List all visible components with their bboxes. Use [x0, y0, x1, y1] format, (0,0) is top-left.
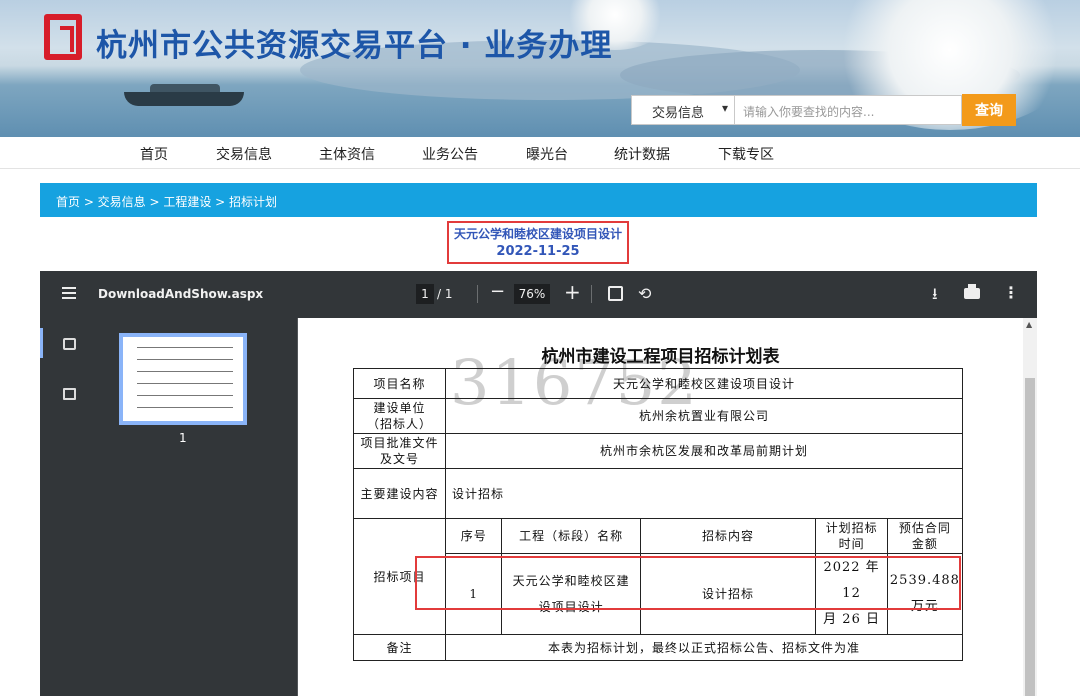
table-cell: 1	[445, 553, 503, 635]
search-button[interactable]: 查询	[962, 94, 1016, 126]
table-value-cell: 杭州市余杭区发展和改革局前期计划	[445, 433, 963, 469]
table-label-cell: 项目名称	[352, 368, 447, 399]
top-navigation: 首页 交易信息 主体资信 业务公告 曝光台 统计数据 下载专区	[0, 137, 1080, 169]
search-category-value: 交易信息	[652, 106, 705, 121]
thumbnail-line	[137, 347, 233, 348]
table-header-cell: 计划招标 时间	[815, 518, 888, 554]
table-cell: 2022 年 12 月 26 日	[815, 553, 888, 635]
cell-line: 天元公学和睦校区建	[512, 574, 630, 588]
nav-item-announcement[interactable]: 业务公告	[422, 144, 478, 164]
table-value-cell: 杭州余杭置业有限公司	[445, 398, 963, 434]
download-icon[interactable]: ⭳	[932, 283, 938, 310]
table-cell: 天元公学和睦校区建 设项目设计	[501, 553, 641, 635]
page-thumbnail[interactable]	[119, 333, 247, 425]
table-value-cell: 本表为招标计划，最终以正式招标公告、招标文件为准	[445, 634, 963, 661]
nav-item-statistics[interactable]: 统计数据	[614, 144, 670, 164]
zoom-level-input[interactable]: 76%	[514, 284, 550, 304]
nav-item-credit[interactable]: 主体资信	[319, 144, 375, 164]
rotate-icon[interactable]: ⟲	[638, 284, 651, 303]
document-title: 杭州市建设工程项目招标计划表	[541, 347, 780, 367]
bidding-plan-table: 项目名称 天元公学和睦校区建设项目设计 建设单位 （招标人） 杭州余杭置业有限公司…	[352, 368, 964, 661]
search-category-select[interactable]: 交易信息 ▾	[631, 95, 735, 125]
zoom-out-button[interactable]: −	[490, 281, 505, 302]
pdf-page: 316752 杭州市建设工程项目招标计划表 项目名称 天元公学和睦校区建设项目设…	[298, 318, 1023, 696]
cell-line: 月 26 日	[823, 612, 880, 627]
menu-icon[interactable]	[62, 287, 76, 299]
print-icon[interactable]	[964, 284, 980, 299]
table-cell: 2539.488 万元	[886, 553, 964, 635]
cell-line: 2539.488	[889, 573, 960, 588]
pdf-scrollbar[interactable]: ▲	[1023, 318, 1037, 696]
table-label-cell: 主要建设内容	[352, 468, 447, 519]
page-total: / 1	[437, 287, 453, 301]
notice-title: 天元公学和睦校区建设项目设计	[453, 227, 622, 241]
thumbnail-line	[137, 359, 233, 360]
table-label-cell: 项目批准文件 及文号	[352, 433, 447, 469]
site-logo-icon[interactable]	[44, 14, 82, 60]
thumbnail-line	[137, 407, 233, 408]
scrollbar-thumb[interactable]	[1025, 378, 1035, 696]
header-banner: 杭州市公共资源交易平台 · 业务办理 交易信息 ▾ 请输入你要查找的内容... 查…	[0, 0, 1080, 137]
pdf-toolbar: DownloadAndShow.aspx 1 / 1 − 76% + ⟲ ⭳ ⋮	[40, 271, 1037, 318]
thumbnail-line	[137, 383, 233, 384]
zoom-in-button[interactable]: +	[564, 280, 581, 304]
table-value-cell: 设计招标	[445, 468, 963, 519]
table-header-cell: 工程（标段）名称	[501, 518, 641, 554]
site-title: 杭州市公共资源交易平台 · 业务办理	[96, 28, 613, 64]
pdf-viewer: DownloadAndShow.aspx 1 / 1 − 76% + ⟲ ⭳ ⋮…	[40, 271, 1037, 696]
outline-view-icon[interactable]	[63, 388, 76, 400]
scroll-up-icon[interactable]: ▲	[1026, 320, 1032, 329]
table-header-cell: 预估合同 金额	[886, 518, 964, 554]
nav-item-trade-info[interactable]: 交易信息	[216, 144, 272, 164]
nav-item-exposure[interactable]: 曝光台	[526, 144, 568, 164]
thumbnail-page-number: 1	[179, 431, 187, 445]
table-label-cell: 招标项目	[352, 518, 447, 635]
table-header-cell: 序号	[445, 518, 503, 554]
nav-item-downloads[interactable]: 下载专区	[718, 144, 774, 164]
search-input[interactable]: 请输入你要查找的内容...	[735, 95, 962, 125]
label-line: 建设单位	[373, 401, 426, 415]
table-label-cell: 备注	[352, 634, 447, 661]
fit-to-page-icon[interactable]	[608, 286, 623, 301]
header-line: 预估合同	[898, 521, 951, 535]
boat-hull	[124, 92, 244, 106]
table-header-cell: 招标内容	[639, 518, 817, 554]
chevron-down-icon: ▾	[721, 101, 728, 115]
notice-date: 2022-11-25	[496, 244, 580, 259]
header-line: 计划招标	[825, 521, 878, 535]
more-options-icon[interactable]: ⋮	[1003, 283, 1019, 302]
toolbar-divider	[477, 285, 478, 303]
label-line: （招标人）	[367, 417, 433, 431]
label-line: 项目批准文件	[360, 436, 439, 450]
page-number-input[interactable]: 1	[416, 284, 434, 304]
thumbnail-view-icon[interactable]	[63, 338, 76, 350]
toolbar-divider	[591, 285, 592, 303]
header-line: 时间	[838, 537, 865, 551]
pdf-sidebar: 1	[40, 318, 297, 696]
cell-line: 设项目设计	[538, 600, 604, 614]
cell-line: 万元	[910, 599, 939, 614]
table-cell: 设计招标	[639, 553, 817, 635]
breadcrumb[interactable]: 首页 > 交易信息 > 工程建设 > 招标计划	[40, 183, 1037, 217]
cell-line: 2022 年 12	[823, 560, 880, 601]
header-line: 金额	[911, 537, 938, 551]
pdf-filename: DownloadAndShow.aspx	[98, 287, 264, 301]
sidebar-active-indicator	[40, 328, 43, 358]
thumbnail-line	[137, 371, 233, 372]
table-value-cell: 天元公学和睦校区建设项目设计	[445, 368, 963, 399]
nav-item-home[interactable]: 首页	[140, 144, 168, 164]
thumbnail-line	[137, 395, 233, 396]
label-line: 及文号	[380, 452, 420, 466]
table-label-cell: 建设单位 （招标人）	[352, 398, 447, 434]
notice-title-box: 天元公学和睦校区建设项目设计 2022-11-25	[447, 221, 629, 264]
